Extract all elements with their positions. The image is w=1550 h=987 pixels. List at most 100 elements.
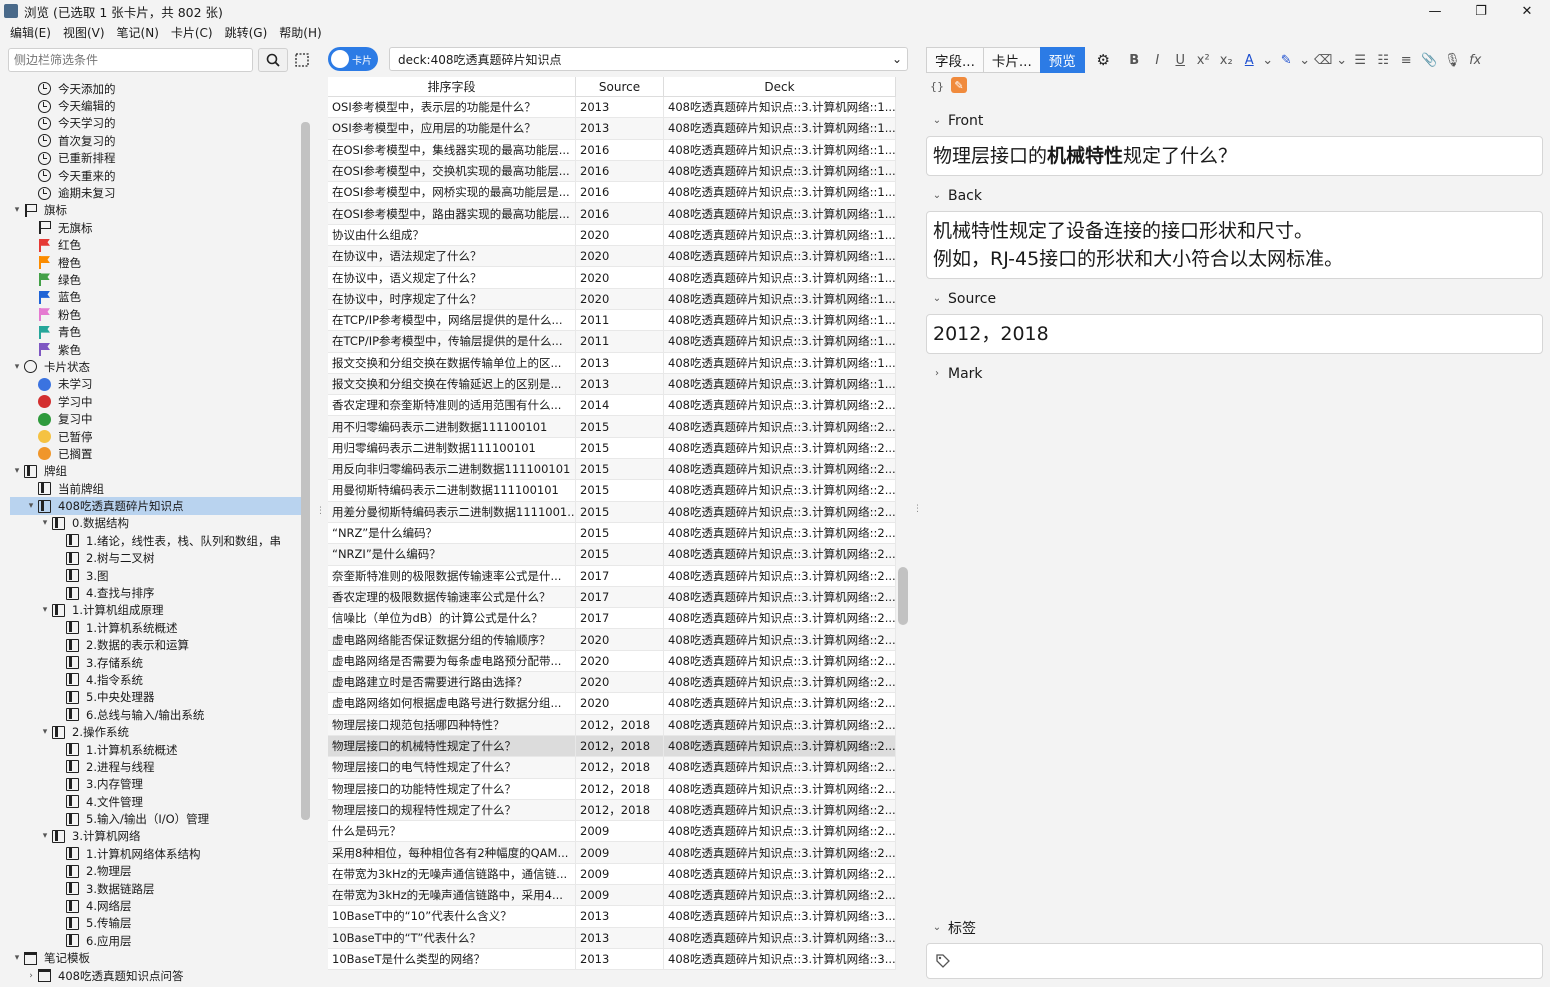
expand-arrow-icon[interactable]: ▾ bbox=[10, 953, 24, 963]
maximize-button[interactable]: ❐ bbox=[1458, 0, 1504, 22]
microphone-icon[interactable]: 🎙 bbox=[1441, 47, 1464, 73]
italic-button[interactable]: I bbox=[1146, 47, 1169, 73]
sidebar-item[interactable]: 已重新排程 bbox=[10, 150, 302, 167]
sidebar-item[interactable]: ▾ 笔记模板 bbox=[10, 950, 302, 967]
tags-input[interactable] bbox=[926, 943, 1543, 979]
expand-arrow-icon[interactable]: › bbox=[24, 971, 38, 981]
table-row[interactable]: 在OSI参考模型中，路由器实现的最高功能层... 2016 408吃透真题碎片知识点… bbox=[328, 203, 896, 225]
sidebar-item[interactable]: ▾ 408吃透真题碎片知识点 bbox=[10, 497, 302, 515]
table-row[interactable]: 采用8种相位，每种相位各有2种幅度的QAM... 2009 408吃透真题碎片知识点… bbox=[328, 842, 896, 864]
sidebar-item[interactable]: 今天添加的 bbox=[10, 80, 302, 97]
table-row[interactable]: 在带宽为3kHz的无噪声通信链路中，采用4... 2009 408吃透真题碎片知识点… bbox=[328, 884, 896, 907]
tags-label[interactable]: ⌄ 标签 bbox=[926, 912, 1543, 943]
table-row[interactable]: 在协议中，时序规定了什么？ 2020 408吃透真题碎片知识点::3.计算机网络::… bbox=[328, 288, 896, 310]
table-row[interactable]: 信噪比（单位为dB）的计算公式是什么？ 2017 408吃透真题碎片知识点::3.计… bbox=[328, 608, 896, 630]
close-button[interactable]: ✕ bbox=[1504, 0, 1550, 22]
table-row[interactable]: 物理层接口的规程特性规定了什么？ 2012，2018 408吃透真题碎片知识点::3… bbox=[328, 799, 896, 822]
column-header-deck[interactable]: Deck bbox=[664, 77, 896, 96]
field-label-mark[interactable]: › Mark bbox=[926, 358, 1543, 389]
sidebar-item[interactable]: 5.中央处理器 bbox=[10, 689, 302, 706]
column-header-source[interactable]: Source bbox=[576, 77, 664, 96]
source-field[interactable]: 2012，2018 bbox=[926, 314, 1543, 354]
field-label-back[interactable]: ⌄ Back bbox=[926, 180, 1543, 211]
sidebar-item[interactable]: ▾ 3.计算机网络 bbox=[10, 828, 302, 845]
table-row[interactable]: 在OSI参考模型中，网桥实现的最高功能层是... 2016 408吃透真题碎片知识点… bbox=[328, 182, 896, 204]
menu-go[interactable]: 跳转(G) bbox=[225, 24, 268, 41]
sidebar-item[interactable]: 3.图 bbox=[10, 567, 302, 584]
sidebar-item[interactable]: 学习中 bbox=[10, 393, 302, 410]
table-scrollbar[interactable] bbox=[898, 567, 908, 625]
sidebar-item[interactable]: 逾期未复习 bbox=[10, 184, 302, 201]
sidebar-scrollbar[interactable] bbox=[301, 122, 310, 820]
sidebar-item[interactable]: 1.计算机系统概述 bbox=[10, 619, 302, 636]
fields-button[interactable]: 字段... bbox=[926, 47, 984, 73]
cloze-icon[interactable]: {} bbox=[928, 77, 946, 95]
sidebar-item[interactable]: 青色 bbox=[10, 323, 302, 340]
table-row[interactable]: 奈奎斯特准则的极限数据传输速率公式是什... 2017 408吃透真题碎片知识点::… bbox=[328, 565, 896, 587]
sidebar-item[interactable]: ▾ 旗标 bbox=[10, 202, 302, 219]
sidebar-item[interactable]: 红色 bbox=[10, 237, 302, 254]
cards-notes-toggle[interactable]: 卡片 bbox=[328, 47, 378, 71]
table-row[interactable]: 用反向非归零编码表示二进制数据111100101 2015 408吃透真题碎片知识点… bbox=[328, 459, 896, 481]
sidebar-item[interactable]: 无旗标 bbox=[10, 219, 302, 236]
table-row[interactable]: 物理层接口规范包括哪四种特性？ 2012，2018 408吃透真题碎片知识点::3.… bbox=[328, 714, 896, 736]
expand-arrow-icon[interactable]: ▾ bbox=[10, 362, 24, 372]
sidebar-item[interactable]: 2.树与二叉树 bbox=[10, 550, 302, 567]
table-row[interactable]: 在OSI参考模型中，集线器实现的最高功能层... 2016 408吃透真题碎片知识点… bbox=[328, 139, 896, 161]
splitter-handle-right[interactable]: ⋮ bbox=[913, 504, 922, 514]
sidebar-item[interactable]: ▾ 卡片状态 bbox=[10, 358, 302, 375]
preview-button[interactable]: 预览 bbox=[1039, 47, 1085, 73]
text-color-dropdown[interactable]: ⌄ bbox=[1261, 47, 1275, 73]
expand-arrow-icon[interactable]: ▾ bbox=[38, 831, 52, 841]
table-row[interactable]: 虚电路网络能否保证数据分组的传输顺序？ 2020 408吃透真题碎片知识点::3.计… bbox=[328, 629, 896, 651]
expand-arrow-icon[interactable]: ▾ bbox=[24, 501, 38, 511]
field-label-source[interactable]: ⌄ Source bbox=[926, 283, 1543, 314]
sidebar-item[interactable]: ▾ 0.数据结构 bbox=[10, 515, 302, 532]
highlight-button[interactable]: ✎ bbox=[1275, 47, 1298, 73]
expand-arrow-icon[interactable]: ▾ bbox=[38, 727, 52, 737]
formula-button[interactable]: fx bbox=[1464, 47, 1487, 73]
table-row[interactable]: 在TCP/IP参考模型中，网络层提供的是什么... 2011 408吃透真题碎片知识… bbox=[328, 309, 896, 332]
sidebar-item[interactable]: 6.总线与输入/输出系统 bbox=[10, 706, 302, 723]
table-row[interactable]: OSI参考模型中，应用层的功能是什么？ 2013 408吃透真题碎片知识点::3.计… bbox=[328, 118, 896, 140]
expand-arrow-icon[interactable]: ▾ bbox=[10, 466, 24, 476]
chevron-down-icon[interactable]: ⌄ bbox=[892, 52, 902, 66]
expand-arrow-icon[interactable]: ▾ bbox=[10, 205, 24, 215]
underline-button[interactable]: U bbox=[1169, 47, 1192, 73]
table-row[interactable]: 10BaseT是什么类型的网络？ 2013 408吃透真题碎片知识点::3.计算机网… bbox=[328, 948, 896, 971]
sidebar-item[interactable]: 3.数据链路层 bbox=[10, 880, 302, 897]
menu-cards[interactable]: 卡片(C) bbox=[171, 24, 213, 41]
sidebar-item[interactable]: 首次复习的 bbox=[10, 132, 302, 149]
table-row[interactable]: 在带宽为3kHz的无噪声通信链路中，通信链... 2009 408吃透真题碎片知识点… bbox=[328, 863, 896, 885]
table-row[interactable]: 协议由什么组成？ 2020 408吃透真题碎片知识点::3.计算机网络::1.... bbox=[328, 224, 896, 247]
menu-help[interactable]: 帮助(H) bbox=[279, 24, 321, 41]
sidebar-item[interactable]: 1.计算机系统概述 bbox=[10, 741, 302, 758]
front-field[interactable]: 物理层接口的机械特性规定了什么？ bbox=[926, 136, 1543, 176]
sidebar-item[interactable]: 4.网络层 bbox=[10, 897, 302, 914]
table-row[interactable]: 10BaseT中的“T”代表什么？ 2013 408吃透真题碎片知识点::3.计算机… bbox=[328, 927, 896, 949]
sidebar-item[interactable]: 1.计算机网络体系结构 bbox=[10, 845, 302, 862]
bullet-list-button[interactable]: ☰ bbox=[1349, 47, 1372, 73]
subscript-button[interactable]: x₂ bbox=[1215, 47, 1238, 73]
sidebar-item[interactable]: 今天重来的 bbox=[10, 167, 302, 184]
selection-tool-button[interactable] bbox=[290, 48, 314, 72]
table-row[interactable]: 报文交换和分组交换在数据传输单位上的区... 2013 408吃透真题碎片知识点::… bbox=[328, 352, 896, 374]
highlight-dropdown[interactable]: ⌄ bbox=[1298, 47, 1312, 73]
table-row[interactable]: 在协议中，语法规定了什么？ 2020 408吃透真题碎片知识点::3.计算机网络::… bbox=[328, 246, 896, 268]
sidebar-item[interactable]: 5.输入/输出（I/O）管理 bbox=[10, 810, 302, 827]
sidebar-item[interactable]: 4.文件管理 bbox=[10, 793, 302, 810]
sidebar-item[interactable]: 1.绪论，线性表，栈、队列和数组，串 bbox=[10, 532, 302, 549]
sidebar-item[interactable]: 当前牌组 bbox=[10, 480, 302, 497]
table-row[interactable]: “NRZI”是什么编码？ 2015 408吃透真题碎片知识点::3.计算机网络::2… bbox=[328, 544, 896, 566]
sidebar-item[interactable]: 4.查找与排序 bbox=[10, 584, 302, 601]
table-row[interactable]: 物理层接口的机械特性规定了什么？ 2012，2018 408吃透真题碎片知识点::3… bbox=[328, 735, 896, 758]
sidebar-search-button[interactable] bbox=[258, 48, 288, 72]
table-row[interactable]: 什么是码元？ 2009 408吃透真题碎片知识点::3.计算机网络::2.... bbox=[328, 821, 896, 843]
table-row[interactable]: 10BaseT中的“10”代表什么含义？ 2013 408吃透真题碎片知识点::3.… bbox=[328, 906, 896, 928]
table-row[interactable]: 报文交换和分组交换在传输延迟上的区别是... 2013 408吃透真题碎片知识点::… bbox=[328, 373, 896, 396]
sidebar-item[interactable]: 2.进程与线程 bbox=[10, 758, 302, 775]
cards-button[interactable]: 卡片... bbox=[982, 47, 1041, 73]
expand-arrow-icon[interactable]: ▾ bbox=[38, 518, 52, 528]
menu-view[interactable]: 视图(V) bbox=[63, 24, 105, 41]
table-row[interactable]: 用归零编码表示二进制数据111100101 2015 408吃透真题碎片知识点::3… bbox=[328, 437, 896, 460]
